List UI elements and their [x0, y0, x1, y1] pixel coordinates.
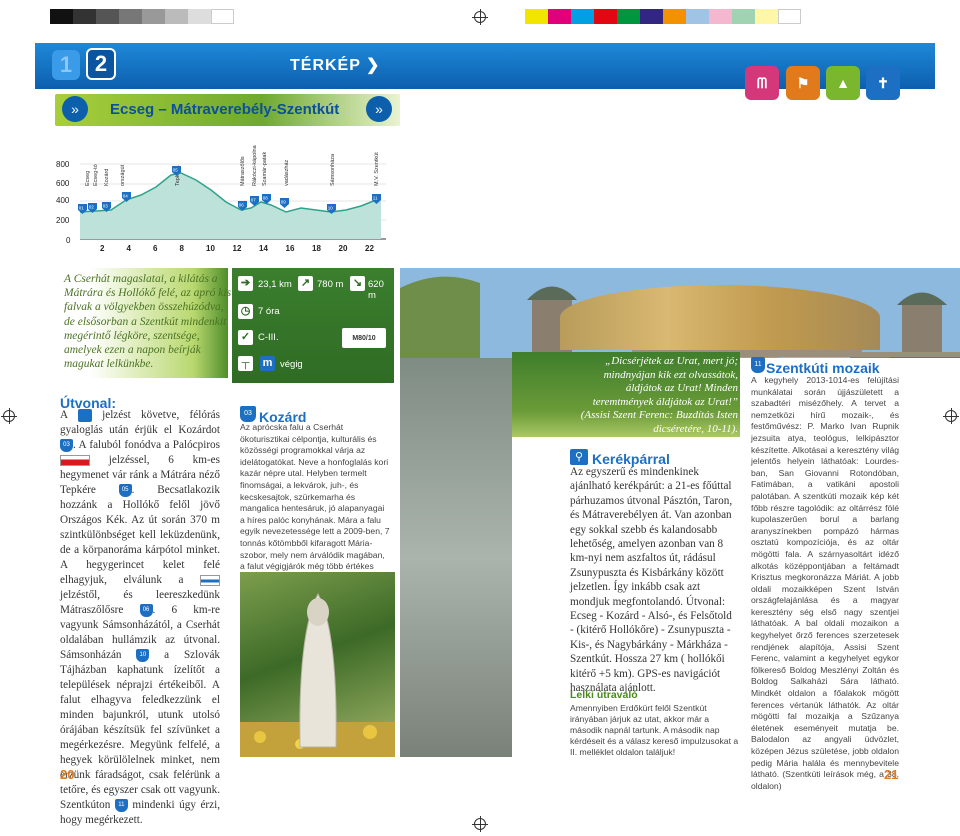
distance-value: 23,1 km — [258, 279, 292, 290]
x-tick: 2 — [100, 244, 105, 253]
registration-mark — [472, 816, 488, 832]
page-tab-2[interactable]: 2 — [86, 48, 116, 80]
elevation-profile: 800 600 400 200 0 2 4 6 8 10 12 14 16 18 20 22 Ecs… — [56, 144, 386, 253]
mosaic-dome — [560, 285, 880, 350]
y-tick: 0 — [66, 236, 71, 245]
ascent-icon: ↗ — [298, 276, 313, 291]
place-label: M.V. Szentkút — [374, 152, 380, 186]
waypoint-badge: 11 — [114, 798, 128, 812]
place-label: Sámsonháza — [330, 153, 336, 186]
waypoint-marker: 09 — [280, 198, 289, 208]
route-title: Ecseg – Mátraverebély-Szentkút — [110, 101, 340, 118]
ml-icon: ᗰ — [745, 66, 779, 100]
registration-mark — [472, 9, 488, 25]
place-label: Ecseg — [85, 171, 91, 186]
ascent-value: 780 m — [317, 279, 344, 290]
waypoint-badge: 06 — [139, 603, 153, 617]
signpost-icon: ┬ — [238, 356, 253, 371]
svg-text:08: 08 — [263, 196, 269, 201]
bicycle-icon: ⚲ — [570, 449, 588, 465]
mozaik-text: A kegyhely 2013-1014-es felújítási munká… — [751, 375, 899, 791]
lelki-heading: Lelki útravaló — [570, 689, 638, 701]
waypoint-badge: 03 — [60, 438, 73, 452]
photo-stairs — [400, 358, 512, 757]
y-tick: 800 — [56, 160, 70, 169]
svg-text:03: 03 — [103, 204, 109, 209]
svg-text:01: 01 — [79, 206, 85, 211]
page-number-right: 21 — [884, 767, 899, 782]
x-tick: 10 — [206, 244, 215, 253]
waypoint-badge: 10 — [136, 648, 150, 662]
x-tick: 20 — [339, 244, 348, 253]
place-label: Kozárd — [104, 169, 110, 186]
y-tick: 600 — [56, 179, 70, 188]
place-label: Mátraszőlős — [240, 156, 246, 186]
svg-text:11: 11 — [373, 196, 378, 201]
hiker-group-icon: ⚑ — [786, 66, 820, 100]
hiker-icon: » — [366, 96, 392, 122]
mary-statue-photo — [240, 572, 395, 757]
place-label: Rákóczi-kápolna — [252, 144, 258, 186]
place-label: országút — [120, 164, 126, 186]
place-label: Szamár-patak — [262, 152, 268, 186]
difficulty-icon: ✓ — [238, 330, 253, 345]
y-tick: 400 — [56, 196, 70, 205]
place-label: vadászház — [284, 159, 290, 186]
photo-strip — [740, 352, 960, 357]
red-mark-icon — [60, 454, 90, 466]
x-tick: 18 — [312, 244, 321, 253]
descent-icon: ↘ — [350, 276, 365, 291]
tree-icon: ▲ — [826, 66, 860, 100]
trail-mark-text: végig — [280, 359, 303, 370]
blue-mark-icon — [200, 574, 220, 586]
svg-text:10: 10 — [328, 206, 334, 211]
svg-text:07: 07 — [251, 198, 257, 203]
svg-text:02: 02 — [89, 205, 95, 210]
trail-mark-icon — [77, 408, 92, 422]
x-tick: 6 — [153, 244, 158, 253]
x-tick: 12 — [233, 244, 242, 253]
descent-value: 620 m — [368, 279, 384, 301]
registration-mark — [943, 408, 959, 424]
svg-text:05: 05 — [173, 168, 179, 173]
waypoint-badge: 05 — [118, 483, 132, 497]
stats-panel: ➔ 23,1 km ↗ 780 m ↘ 620 m ◷ 7 óra ✓ C-II… — [232, 268, 394, 383]
mozaik-number-badge: 11 — [751, 357, 765, 373]
color-bar — [525, 9, 801, 24]
x-tick: 16 — [286, 244, 295, 253]
intro-text: A Cserhát magaslatai, a kilátás a Mátrár… — [64, 273, 232, 371]
trail-mark-icon: m — [260, 356, 275, 371]
x-tick: 4 — [127, 244, 132, 253]
grayscale-bar — [50, 9, 234, 24]
x-tick: 14 — [259, 244, 268, 253]
map-link[interactable]: TÉRKÉP ❯ — [290, 55, 380, 75]
map-sheet-badge: M80/10 — [342, 328, 386, 348]
place-label: Ecseg-tó — [93, 164, 99, 186]
quote: „Dicsérjétek az Urat, mert jó; mindnyája… — [580, 355, 738, 435]
hiker-icon: » — [62, 96, 88, 122]
y-tick: 200 — [56, 216, 70, 225]
lelki-utravalo: Lelki útravaló Amennyiben Erdőkürt felől … — [570, 689, 739, 758]
svg-text:04: 04 — [123, 194, 129, 199]
kozard-number-badge: 03 — [240, 406, 256, 422]
x-tick: 8 — [180, 244, 185, 253]
distance-icon: ➔ — [238, 276, 253, 291]
x-tick: 22 — [365, 244, 374, 253]
registration-mark — [1, 408, 17, 424]
svg-text:06: 06 — [239, 203, 245, 208]
church-icon: ✝ — [866, 66, 900, 100]
kozard-text: Az aprócska falu a Cserhát ökoturisztika… — [240, 422, 390, 583]
time-value: 7 óra — [258, 306, 280, 317]
page-number-left: 20 — [60, 767, 75, 782]
difficulty-value: C-III. — [258, 332, 279, 343]
kerekparral-text: Az egyszerű és mindenkinek ajánlható ker… — [570, 466, 733, 695]
page-tab-1[interactable]: 1 — [52, 50, 80, 80]
utvonal-text: A jelzést követve, félórás gyaloglás utá… — [60, 408, 221, 826]
mozaik-heading: Szentkúti mozaik — [766, 360, 880, 376]
svg-text:09: 09 — [281, 200, 287, 205]
time-icon: ◷ — [238, 304, 253, 319]
